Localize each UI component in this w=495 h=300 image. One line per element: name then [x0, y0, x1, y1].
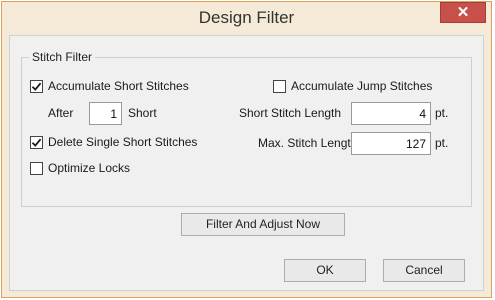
accumulate-jump-stitches-label: Accumulate Jump Stitches — [291, 79, 433, 93]
accumulate-short-stitches-label: Accumulate Short Stitches — [48, 79, 189, 93]
optimize-locks-label: Optimize Locks — [48, 161, 131, 175]
max-stitch-length-unit: pt. — [435, 136, 449, 150]
checkbox-box[interactable] — [30, 135, 43, 149]
dialog-title: Design Filter — [198, 8, 295, 27]
after-label: After — [48, 106, 74, 120]
cancel-button[interactable]: Cancel — [383, 259, 465, 282]
stitch-filter-group: Stitch Filter Accumulate Short Stitches … — [21, 50, 472, 207]
checkmark-icon — [31, 138, 42, 147]
checkmark-icon — [31, 82, 42, 91]
close-icon: ✕ — [456, 4, 470, 21]
short-stitch-length-label: Short Stitch Length — [239, 106, 342, 120]
max-stitch-length-label: Max. Stitch Length — [258, 136, 358, 150]
short-label: Short — [128, 106, 157, 120]
short-stitch-length-unit: pt. — [435, 106, 449, 120]
delete-single-short-stitches-checkbox[interactable]: Delete Single Short Stitches — [30, 135, 197, 149]
accumulate-short-stitches-checkbox[interactable]: Accumulate Short Stitches — [30, 79, 189, 93]
accumulate-jump-stitches-checkbox[interactable]: Accumulate Jump Stitches — [273, 79, 432, 93]
checkbox-box[interactable] — [30, 79, 43, 93]
short-stitch-length-input[interactable] — [351, 102, 431, 125]
delete-single-short-stitches-label: Delete Single Short Stitches — [48, 135, 198, 149]
dialog-body: Stitch Filter Accumulate Short Stitches … — [9, 35, 484, 291]
ok-button[interactable]: OK — [284, 259, 366, 282]
checkbox-box[interactable] — [30, 161, 43, 175]
checkbox-box[interactable] — [273, 79, 286, 93]
stitch-filter-legend: Stitch Filter — [29, 50, 96, 64]
max-stitch-length-input[interactable] — [351, 132, 431, 155]
close-button[interactable]: ✕ — [440, 2, 486, 23]
title-bar: Design Filter ✕ — [2, 2, 491, 35]
filter-and-adjust-now-button[interactable]: Filter And Adjust Now — [181, 213, 345, 236]
design-filter-dialog: Design Filter ✕ Stitch Filter Accumulate… — [1, 1, 492, 298]
after-short-count-input[interactable] — [89, 102, 122, 125]
optimize-locks-checkbox[interactable]: Optimize Locks — [30, 161, 130, 175]
